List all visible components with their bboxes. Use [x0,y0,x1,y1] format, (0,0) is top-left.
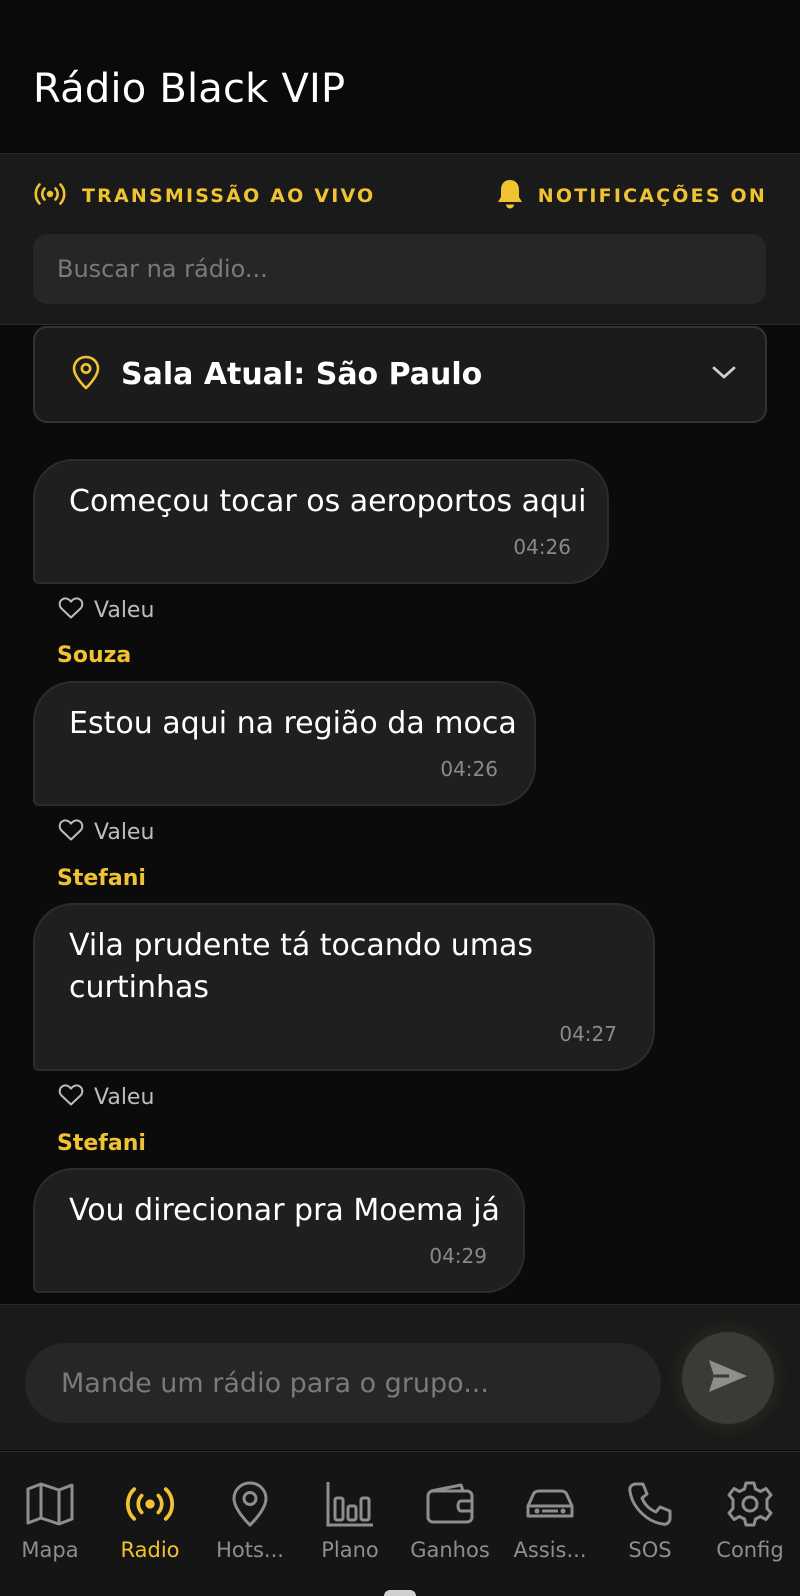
nav-label: Ganhos [410,1538,490,1562]
nav-label: Assis... [513,1538,587,1562]
nav-item-mapa[interactable]: Mapa [0,1478,100,1578]
message-bubble[interactable]: Vou direcionar pra Moema já 04:29 [33,1168,525,1293]
message-text: Vou direcionar pra Moema já [69,1193,500,1228]
home-indicator [384,1590,416,1596]
nav-item-plano[interactable]: Plano [300,1478,400,1578]
gear-icon [724,1478,776,1530]
nav-item-sos[interactable]: SOS [600,1478,700,1578]
nav-label: Radio [120,1538,180,1562]
message-author: Souza [57,643,132,668]
message-bubble[interactable]: Vila prudente tá tocando umas curtinhas … [33,903,655,1071]
send-icon [707,1358,749,1398]
nav-label: Mapa [21,1538,79,1562]
bottom-nav: Mapa Radio Hots... Plano Ganhos Assis... [0,1451,800,1596]
phone-icon [624,1478,676,1530]
like-label: Valeu [94,819,155,845]
message-time: 04:26 [513,535,571,559]
nav-label: SOS [628,1538,672,1562]
nav-label: Plano [321,1538,379,1562]
message-text: Vila prudente tá tocando umas curtinhas [69,928,533,1005]
nav-item-assistencia[interactable]: Assis... [500,1478,600,1578]
message-composer [0,1304,800,1450]
live-status-label: TRANSMISSÃO AO VIVO [82,185,376,207]
nav-label: Config [716,1538,784,1562]
page-title: Rádio Black VIP [33,66,346,112]
bell-icon [496,178,524,214]
message-time: 04:26 [440,757,498,781]
bar-chart-icon [324,1478,376,1530]
heart-icon [58,1083,84,1111]
heart-icon [58,596,84,624]
radio-broadcast-icon [124,1478,176,1530]
message-text: Estou aqui na região da moca [69,706,517,741]
broadcast-icon [32,182,68,210]
send-button[interactable] [682,1332,774,1424]
like-button[interactable]: Valeu [58,818,154,846]
message-bubble[interactable]: Começou tocar os aeroportos aqui 04:26 [33,459,609,584]
message-input[interactable] [25,1343,661,1423]
message-time: 04:27 [559,1022,617,1046]
car-icon [524,1478,576,1530]
heart-icon [58,818,84,846]
notifications-toggle[interactable]: NOTIFICAÇÕES ON [496,178,767,214]
wallet-icon [424,1478,476,1530]
room-label: Sala Atual: São Paulo [121,357,483,392]
like-button[interactable]: Valeu [58,596,154,624]
map-pin-icon [71,355,101,395]
like-label: Valeu [94,597,155,623]
app-header: Rádio Black VIP [0,0,800,153]
map-icon [24,1478,76,1530]
nav-item-ganhos[interactable]: Ganhos [400,1478,500,1578]
location-pin-icon [224,1478,276,1530]
search-input[interactable] [33,234,766,304]
message-text: Começou tocar os aeroportos aqui [69,484,587,519]
message-author: Stefani [57,1131,146,1156]
like-label: Valeu [94,1084,155,1110]
message-bubble[interactable]: Estou aqui na região da moca 04:26 [33,681,536,806]
notifications-label: NOTIFICAÇÕES ON [537,185,767,207]
room-selector[interactable]: Sala Atual: São Paulo [33,326,767,423]
message-time: 04:29 [429,1244,487,1268]
live-status: TRANSMISSÃO AO VIVO [32,182,375,210]
nav-label: Hots... [216,1538,284,1562]
nav-item-config[interactable]: Config [700,1478,800,1578]
like-button[interactable]: Valeu [58,1083,154,1111]
chevron-down-icon [711,365,737,385]
message-author: Stefani [57,866,146,891]
nav-item-radio[interactable]: Radio [100,1478,200,1578]
nav-item-hotspots[interactable]: Hots... [200,1478,300,1578]
status-panel: TRANSMISSÃO AO VIVO NOTIFICAÇÕES ON [0,153,800,325]
